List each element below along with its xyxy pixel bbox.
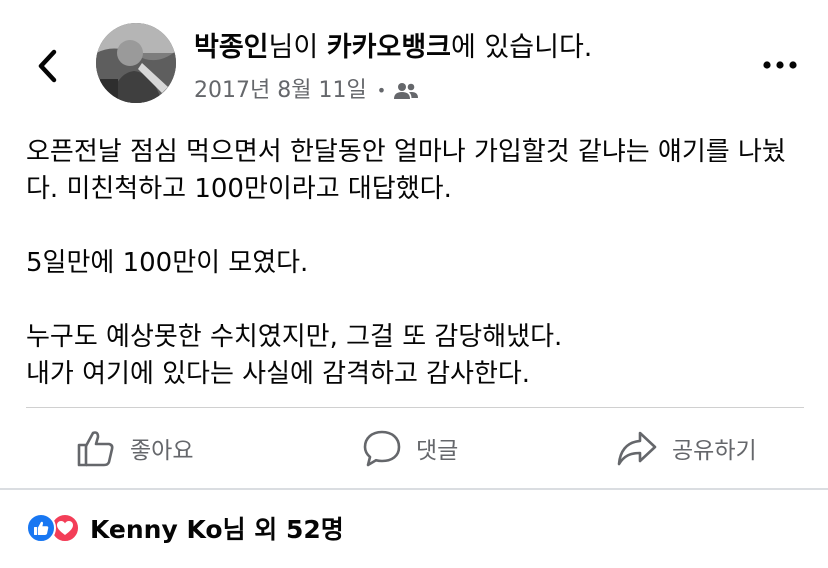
post-header: 박종인님이 카카오뱅크에 있습니다. 2017년 8월 11일 • [0, 0, 828, 120]
divider [26, 407, 804, 408]
back-button[interactable] [30, 44, 64, 88]
more-options-button[interactable] [760, 50, 800, 80]
reactions-summary[interactable]: Kenny Ko님 외 52명 [26, 508, 344, 548]
comment-label: 댓글 [416, 438, 459, 464]
thumbs-up-icon [77, 431, 114, 467]
post-author-line: 박종인님이 카카오뱅크에 있습니다. [194, 30, 592, 66]
author-name[interactable]: 박종인 [194, 32, 269, 63]
author-suffix: 님이 [268, 32, 327, 63]
comment-button[interactable]: 댓글 [362, 420, 458, 476]
post-paragraph: 5일만에 100만이 모였다. [26, 248, 309, 278]
location-suffix: 에 있습니다. [451, 32, 593, 63]
comment-bubble-icon [363, 430, 401, 467]
like-label: 좋아요 [130, 438, 194, 464]
share-button[interactable]: 공유하기 [616, 420, 757, 476]
post-meta: 2017년 8월 11일 • [194, 76, 419, 106]
post-body: 오픈전날 점심 먹으면서 한달동안 얼마나 가입할것 같냐는 얘기를 나눴다. … [26, 134, 806, 393]
section-divider [0, 488, 828, 490]
ellipsis-icon [763, 61, 797, 69]
post-paragraph: 오픈전날 점심 먹으면서 한달동안 얼마나 가입할것 같냐는 얘기를 나눴다. … [26, 137, 786, 204]
avatar-photo [96, 23, 176, 103]
avatar[interactable] [96, 23, 176, 103]
location-name[interactable]: 카카오뱅크 [327, 32, 451, 63]
share-label: 공유하기 [672, 438, 757, 464]
share-arrow-icon [617, 431, 657, 466]
reactions-count-text: Kenny Ko님 외 52명 [90, 515, 344, 544]
post-paragraph: 누구도 예상못한 수치였지만, 그걸 또 감당해냈다. 내가 여기에 있다는 사… [26, 322, 563, 389]
post-date[interactable]: 2017년 8월 11일 [194, 76, 367, 106]
meta-separator: • [376, 81, 387, 100]
like-button[interactable]: 좋아요 [76, 420, 193, 476]
like-reaction-icon [26, 513, 56, 543]
chevron-left-icon [38, 49, 57, 83]
friends-icon [394, 83, 419, 99]
